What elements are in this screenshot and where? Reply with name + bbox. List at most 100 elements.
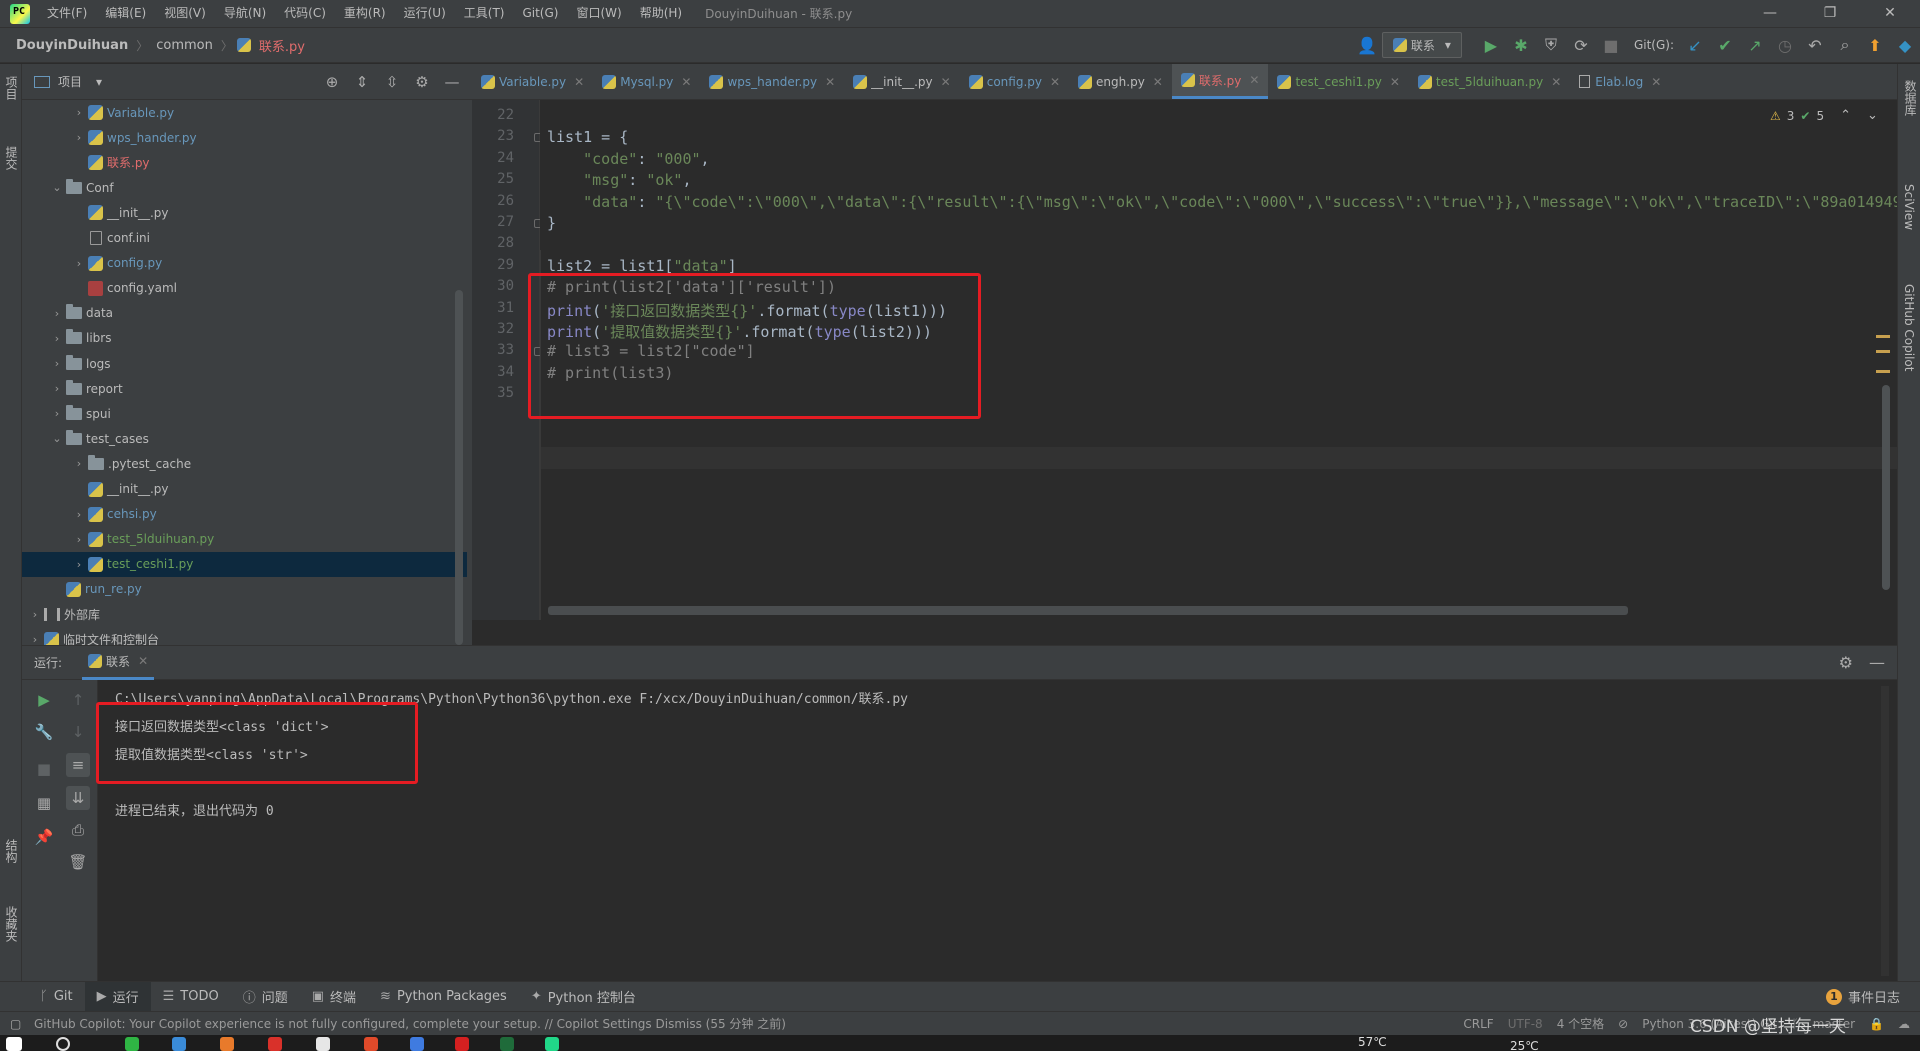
- structure-tool-tab[interactable]: 结构: [3, 839, 20, 863]
- close-icon[interactable]: ✕: [1390, 75, 1400, 89]
- chevron-right-icon[interactable]: ›: [72, 508, 86, 521]
- stop-icon[interactable]: ■: [32, 757, 56, 781]
- chevron-right-icon[interactable]: ›: [50, 357, 64, 370]
- toolbox-icon[interactable]: ◆: [1893, 33, 1917, 57]
- editor-tab[interactable]: engh.py ✕: [1069, 64, 1172, 99]
- tree-item[interactable]: › config.py: [22, 251, 467, 276]
- chevron-right-icon[interactable]: ›: [28, 633, 42, 645]
- editor-horizontal-scrollbar[interactable]: [548, 606, 1628, 615]
- hide-icon[interactable]: —: [442, 73, 462, 91]
- locate-icon[interactable]: ⊕: [322, 73, 342, 91]
- menu-view[interactable]: 视图(V): [155, 0, 215, 27]
- close-icon[interactable]: ✕: [681, 75, 691, 89]
- taskbar-app-icon[interactable]: [172, 1037, 186, 1051]
- file-encoding[interactable]: UTF-8: [1508, 1017, 1543, 1031]
- taskbar-app-icon[interactable]: [268, 1037, 282, 1051]
- gear-icon[interactable]: ⚙: [412, 73, 432, 91]
- tree-item[interactable]: config.yaml: [22, 276, 467, 301]
- project-view-select[interactable]: 项目 ▾: [34, 73, 102, 90]
- taskbar-app-icon[interactable]: [220, 1037, 234, 1051]
- editor-tab[interactable]: wps_hander.py ✕: [700, 64, 844, 99]
- chevron-right-icon[interactable]: ›: [50, 332, 64, 345]
- chevron-right-icon[interactable]: ›: [72, 257, 86, 270]
- editor-tab[interactable]: Variable.py ✕: [472, 64, 593, 99]
- inspection-widget[interactable]: ⚠ 3 ✔ 5 ⌃ ⌄: [1770, 108, 1878, 123]
- close-icon[interactable]: ✕: [138, 654, 148, 668]
- chevron-right-icon[interactable]: ›: [28, 608, 42, 621]
- editor-vertical-scrollbar[interactable]: [1882, 385, 1890, 590]
- tree-item[interactable]: › spui: [22, 401, 467, 426]
- chevron-right-icon[interactable]: ›: [72, 106, 86, 119]
- taskbar-app-icon[interactable]: [500, 1037, 514, 1051]
- database-tool-tab[interactable]: 数据库: [1902, 80, 1919, 116]
- search-icon[interactable]: [56, 1037, 70, 1051]
- close-icon[interactable]: ✕: [1153, 75, 1163, 89]
- copilot-tool-tab[interactable]: GitHub Copilot: [1902, 284, 1916, 371]
- run-tool-button[interactable]: ▶ 运行: [84, 981, 151, 1012]
- expand-all-icon[interactable]: ⇕: [352, 73, 372, 91]
- tree-item[interactable]: › logs: [22, 351, 467, 376]
- editor-tab[interactable]: config.py ✕: [960, 64, 1069, 99]
- close-icon[interactable]: ✕: [825, 75, 835, 89]
- user-icon[interactable]: 👤: [1355, 33, 1379, 57]
- gear-icon[interactable]: ⚙: [1839, 653, 1853, 672]
- tree-item[interactable]: __init__.py: [22, 477, 467, 502]
- git-commit-icon[interactable]: ✔: [1713, 33, 1737, 57]
- tree-item[interactable]: › wps_hander.py: [22, 125, 467, 150]
- tree-item[interactable]: run_re.py: [22, 577, 467, 602]
- close-icon[interactable]: ✕: [941, 75, 951, 89]
- close-icon[interactable]: ✕: [1050, 75, 1060, 89]
- hide-icon[interactable]: —: [1869, 653, 1885, 672]
- debug-icon[interactable]: ✱: [1509, 33, 1533, 57]
- console-scrollbar[interactable]: [1881, 686, 1889, 976]
- arrow-up-icon[interactable]: ↑: [66, 688, 90, 712]
- status-message[interactable]: GitHub Copilot: Your Copilot experience …: [34, 1015, 786, 1032]
- event-log-button[interactable]: 1 事件日志: [1814, 982, 1912, 1012]
- todo-tool-button[interactable]: ☰ TODO: [151, 982, 231, 1012]
- trash-icon[interactable]: 🗑: [66, 850, 90, 874]
- print-icon[interactable]: ⎙: [66, 818, 90, 842]
- sciview-tool-tab[interactable]: SciView: [1902, 184, 1916, 230]
- chevron-right-icon[interactable]: ›: [72, 457, 86, 470]
- run-tab[interactable]: 联系 ✕: [82, 645, 155, 680]
- close-icon[interactable]: ✕: [1249, 73, 1259, 87]
- tree-item[interactable]: › data: [22, 301, 467, 326]
- menu-tools[interactable]: 工具(T): [455, 0, 514, 27]
- menu-window[interactable]: 窗口(W): [567, 0, 630, 27]
- history-icon[interactable]: ◷: [1773, 33, 1797, 57]
- tree-item[interactable]: › 临时文件和控制台: [22, 627, 467, 645]
- tree-item[interactable]: › .pytest_cache: [22, 451, 467, 476]
- restore-button[interactable]: ❐: [1800, 0, 1860, 27]
- tree-item[interactable]: › test_5lduihuan.py: [22, 527, 467, 552]
- menu-code[interactable]: 代码(C): [275, 0, 335, 27]
- close-icon[interactable]: ✕: [1651, 75, 1661, 89]
- menu-navigate[interactable]: 导航(N): [215, 0, 275, 27]
- tree-item[interactable]: › cehsi.py: [22, 502, 467, 527]
- taskbar-pycharm-icon[interactable]: [545, 1037, 559, 1051]
- notifications-icon[interactable]: ☁: [1898, 1017, 1910, 1031]
- menu-file[interactable]: 文件(F): [38, 0, 96, 27]
- editor-tab[interactable]: Elab.log ✕: [1570, 64, 1670, 99]
- line-separator[interactable]: CRLF: [1463, 1017, 1493, 1031]
- tree-item[interactable]: 联系.py: [22, 150, 467, 175]
- wrench-icon[interactable]: 🔧: [32, 720, 56, 744]
- close-icon[interactable]: ✕: [574, 75, 584, 89]
- tree-item[interactable]: › report: [22, 376, 467, 401]
- editor-tab[interactable]: test_ceshi1.py ✕: [1268, 64, 1408, 99]
- chevron-right-icon[interactable]: ›: [72, 533, 86, 546]
- tree-item[interactable]: › 外部库: [22, 602, 467, 627]
- breadcrumb-folder[interactable]: common: [152, 38, 217, 53]
- tree-item[interactable]: ⌄ Conf: [22, 175, 467, 200]
- packages-tool-button[interactable]: ≋ Python Packages: [368, 982, 519, 1012]
- menu-help[interactable]: 帮助(H): [631, 0, 691, 27]
- chevron-right-icon[interactable]: ›: [72, 558, 86, 571]
- arrow-down-icon[interactable]: ↓: [66, 720, 90, 744]
- pin-icon[interactable]: 📌: [32, 825, 56, 849]
- problems-tool-button[interactable]: ⓘ 问题: [231, 982, 300, 1012]
- chevron-right-icon[interactable]: ›: [50, 382, 64, 395]
- python-console-tool-button[interactable]: ✦ Python 控制台: [519, 982, 648, 1012]
- lock-icon[interactable]: 🔒: [1869, 1017, 1884, 1031]
- rerun-icon[interactable]: ▶: [32, 688, 56, 712]
- taskbar-app-icon[interactable]: [455, 1037, 469, 1051]
- profile-icon[interactable]: ⟳: [1569, 33, 1593, 57]
